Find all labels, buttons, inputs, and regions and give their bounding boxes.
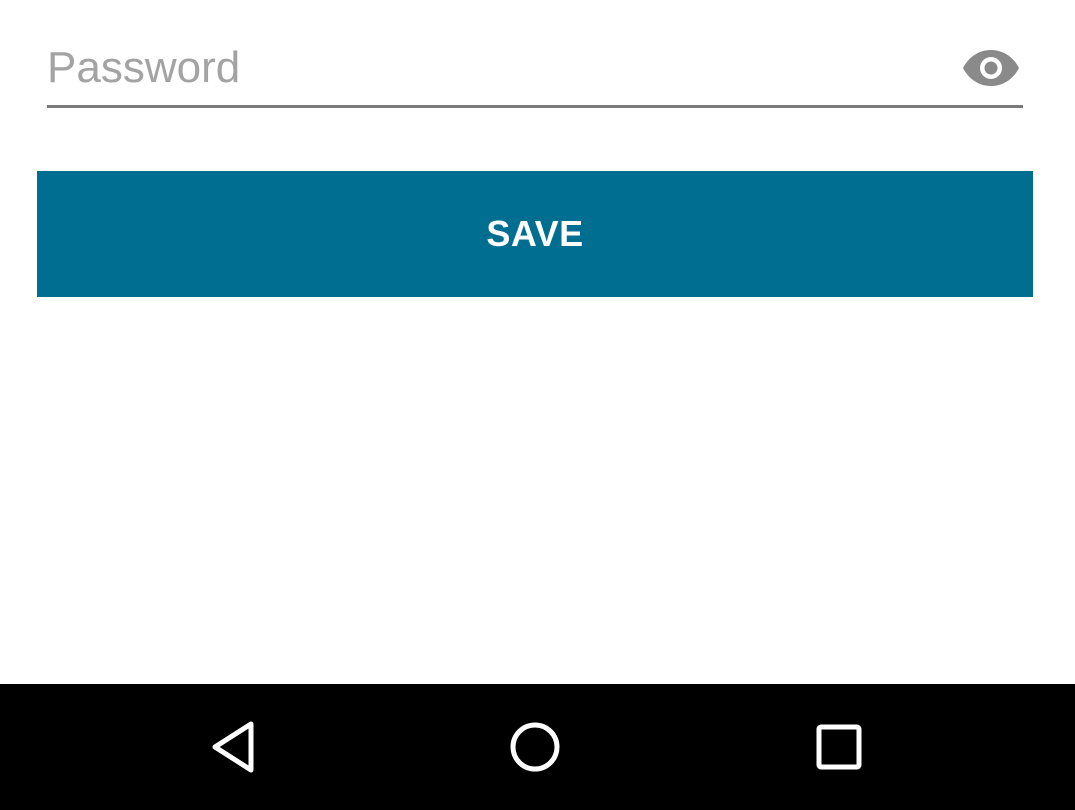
recents-icon [816,724,862,770]
password-input[interactable] [47,40,927,96]
save-button[interactable]: SAVE [37,171,1033,297]
system-navigation-bar [0,684,1075,810]
show-password-toggle[interactable] [959,38,1023,98]
recents-button[interactable] [809,717,869,777]
home-button[interactable] [505,717,565,777]
eye-icon [963,50,1019,86]
app-screen: SAVE [0,0,1075,810]
back-icon [212,721,254,773]
home-icon [510,722,560,772]
back-button[interactable] [203,717,263,777]
password-field [47,28,1023,108]
